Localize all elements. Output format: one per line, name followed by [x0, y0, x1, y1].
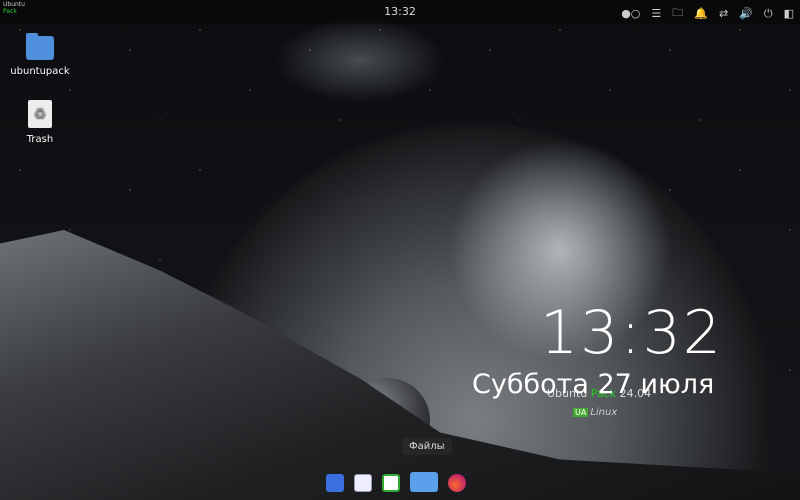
- home-folder-icon: [26, 33, 54, 60]
- show-desktop-icon[interactable]: ◧: [784, 7, 794, 20]
- linux-badge: UA: [573, 408, 589, 417]
- dock-tooltip: Файлы: [402, 438, 452, 455]
- spreadsheet-icon[interactable]: [382, 474, 400, 492]
- desktop-icon-trash[interactable]: ♻ Trash: [5, 100, 75, 145]
- dock: [326, 472, 466, 492]
- workspace-indicator-icon[interactable]: ●○: [621, 7, 640, 20]
- firefox-icon[interactable]: [448, 474, 466, 492]
- text-editor-icon[interactable]: [354, 474, 372, 492]
- clock-widget-time: 13:32: [540, 298, 723, 368]
- desktop-icon-label: Trash: [26, 134, 54, 145]
- desktop: Ubuntu Pack 13:32 ●○ ☰ 🗀 🔔 ⇄ 🔊 ⏻ ◧ ubuntu…: [0, 0, 800, 500]
- trash-icon: ♻: [28, 100, 52, 128]
- power-icon[interactable]: ⏻: [764, 7, 773, 21]
- software-store-icon[interactable]: [326, 474, 344, 492]
- top-panel: Ubuntu Pack 13:32 ●○ ☰ 🗀 🔔 ⇄ 🔊 ⏻ ◧: [0, 0, 800, 24]
- files-icon[interactable]: [410, 472, 438, 492]
- linux-text: Linux: [590, 407, 618, 418]
- bell-icon[interactable]: 🔔: [694, 7, 708, 20]
- network-icon[interactable]: ⇄: [719, 7, 728, 20]
- clock-widget-date: Суббота 27 июля: [472, 369, 715, 400]
- system-tray: ●○ ☰ 🗀 🔔 ⇄ 🔊 ⏻ ◧: [621, 4, 794, 23]
- linux-logo: UA Linux: [573, 407, 617, 418]
- desktop-icon-ubuntupack[interactable]: ubuntupack: [5, 33, 75, 77]
- volume-icon[interactable]: 🔊: [739, 7, 753, 20]
- menu-icon[interactable]: ☰: [651, 7, 661, 20]
- folder-icon[interactable]: 🗀: [672, 4, 683, 23]
- desktop-icon-label: ubuntupack: [10, 66, 70, 77]
